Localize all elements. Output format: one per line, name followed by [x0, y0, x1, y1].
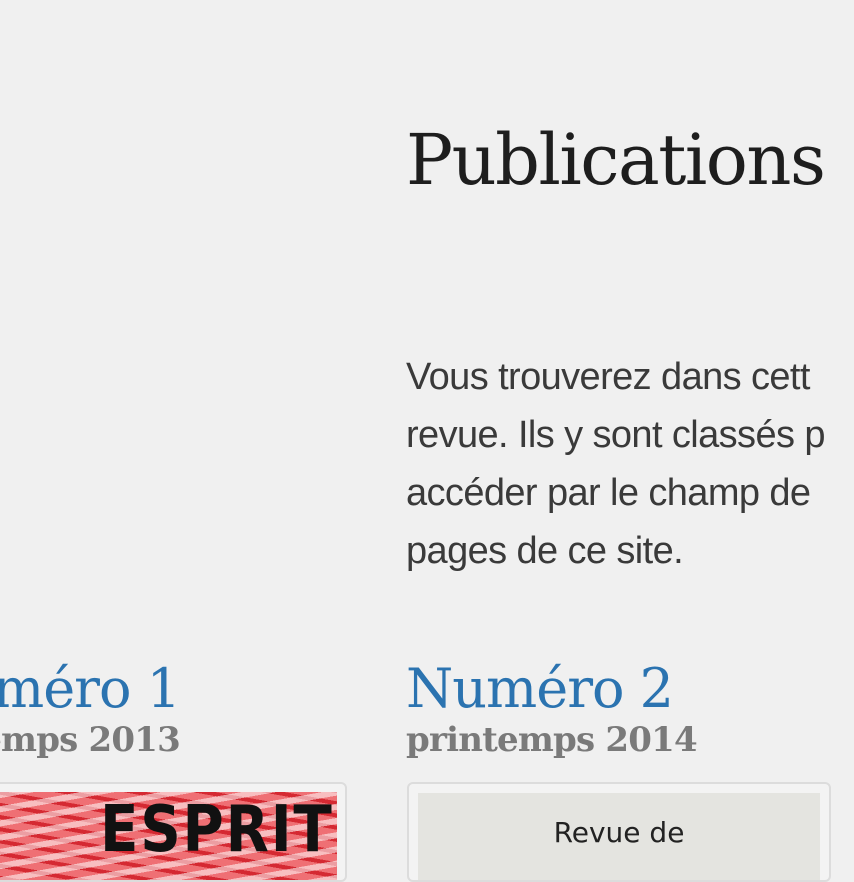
intro-line: accéder par le champ de: [406, 472, 811, 514]
intro-line: Vous trouverez dans cett: [406, 356, 810, 398]
issue-2-date: printemps 2014: [406, 720, 698, 760]
issue-1-cover-image: ESPRIT: [0, 792, 337, 880]
issue-card-2: Numéro 2 printemps 2014: [406, 654, 698, 762]
intro-line: pages de ce site.: [406, 530, 684, 572]
issue-2-title-link[interactable]: Numéro 2: [406, 654, 697, 724]
issue-1-date: temps 2013: [0, 720, 181, 760]
intro-paragraph: Vous trouverez dans cett revue. Ils y so…: [406, 348, 854, 580]
issue-card-1: méro 1 temps 2013: [0, 654, 181, 762]
page-title: Publications: [406, 119, 826, 201]
issue-1-cover-link[interactable]: ESPRIT: [0, 782, 347, 882]
issue-2-cover-link[interactable]: Revue de: [407, 782, 831, 882]
issue-1-title-link[interactable]: méro 1: [0, 654, 181, 724]
issue-1-cover-text: ESPRIT: [100, 793, 334, 867]
intro-line: revue. Ils y sont classés p: [406, 414, 825, 456]
issue-2-cover-text: Revue de: [553, 816, 685, 849]
issue-2-cover-image: Revue de: [418, 793, 820, 880]
